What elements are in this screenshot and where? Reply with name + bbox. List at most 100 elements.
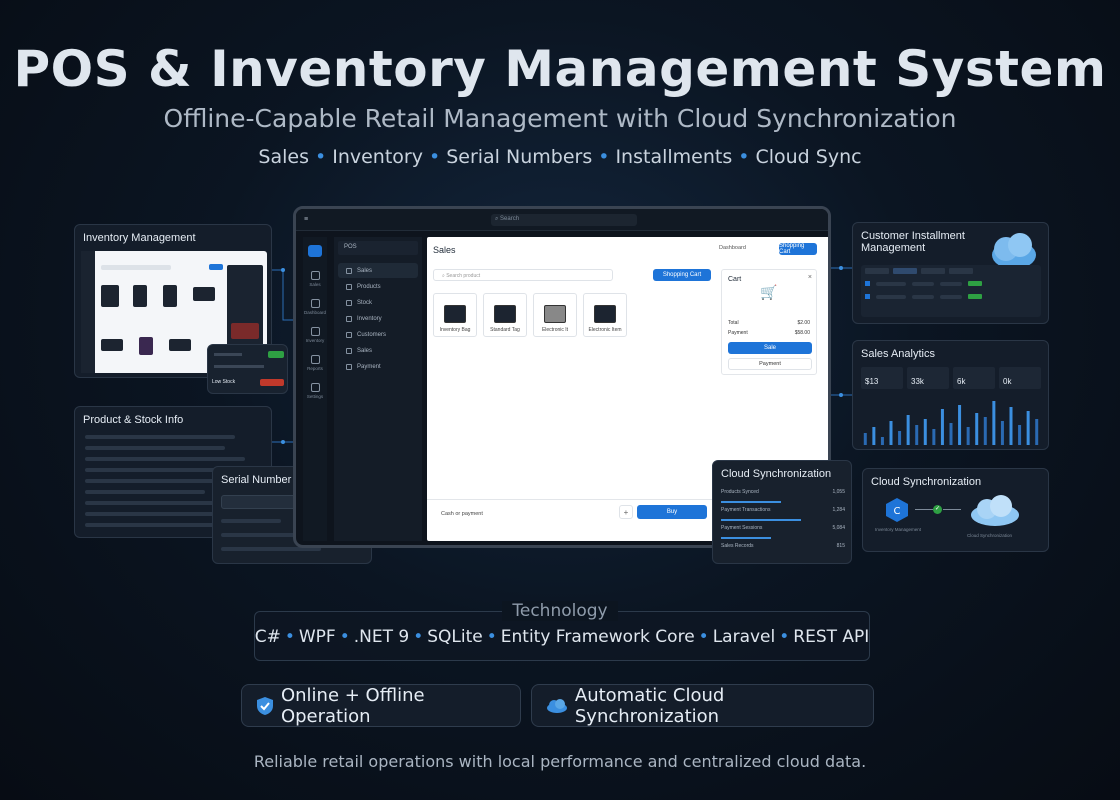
technology-list: C# • WPF • .NET 9 • SQLite • Entity Framework Co… xyxy=(254,627,870,647)
technology-label: Technology xyxy=(0,601,1120,621)
product-search-input[interactable]: ⌕ Search product xyxy=(433,269,613,281)
global-search[interactable]: ⌕ Search xyxy=(491,214,637,226)
nav-item[interactable]: Customers xyxy=(338,327,418,342)
add-icon[interactable]: + xyxy=(619,505,633,519)
product-card[interactable]: Electronic It xyxy=(533,293,577,337)
sale-button[interactable]: Sale xyxy=(728,342,812,354)
stock-alert-card: Low Stock xyxy=(207,344,288,394)
payment-value: $58.00 xyxy=(794,330,810,336)
sync-row: Sales Records 815 xyxy=(721,543,845,549)
target-label: Cloud Synchronization xyxy=(967,533,1013,538)
chart-bar xyxy=(889,421,893,445)
product-grid: Inventory Bag Standard Tag Electronic It… xyxy=(433,293,627,337)
kpi-card: 0k xyxy=(999,367,1041,389)
buy-button[interactable]: Buy xyxy=(637,505,707,519)
side-header: POS xyxy=(338,241,418,255)
tech-item: Laravel xyxy=(712,627,776,647)
nav-item[interactable]: Payment xyxy=(338,359,418,374)
sync-rows: Products Synced 1,055 Payment Transaction… xyxy=(721,489,845,561)
app-shield-icon: C xyxy=(886,498,908,522)
sync-row: Payment Transactions 1,284 xyxy=(721,507,845,513)
chart-bar xyxy=(983,417,987,445)
source-label: Inventory Management xyxy=(875,527,922,532)
chart-bar xyxy=(915,425,919,445)
kpi-card: 6k xyxy=(953,367,995,389)
nav-item[interactable]: Sales xyxy=(338,263,418,278)
rail-item[interactable]: Sales xyxy=(303,265,327,293)
rail-item[interactable] xyxy=(303,237,327,265)
new-sale-button[interactable]: Shopping Cart xyxy=(779,243,817,255)
chart-bar xyxy=(932,429,936,445)
panel-title: Customer Installment Management xyxy=(861,230,965,254)
nav-item[interactable]: Stock xyxy=(338,295,418,310)
tech-item: .NET 9 xyxy=(353,627,410,647)
payment-button[interactable]: Payment xyxy=(728,358,812,370)
tech-item: Entity Framework Core xyxy=(500,627,695,647)
feature-item: Inventory xyxy=(332,146,423,168)
svg-text:C: C xyxy=(894,506,901,517)
panel-title: Cloud Synchronization xyxy=(871,476,982,488)
product-card[interactable]: Inventory Bag xyxy=(433,293,477,337)
panel-title: Cloud Synchronization xyxy=(721,468,832,480)
nav-item[interactable]: Sales xyxy=(338,343,418,358)
feature-list: Sales • Inventory • Serial Numbers • Installme… xyxy=(0,146,1120,168)
bullet-icon: • xyxy=(738,146,750,168)
sales-bar-chart xyxy=(863,401,1039,445)
chart-bar xyxy=(863,433,867,445)
close-icon[interactable]: × xyxy=(808,274,812,281)
bullet-icon: • xyxy=(315,146,327,168)
tech-item: SQLite xyxy=(427,627,483,647)
shopping-cart-button[interactable]: Shopping Cart xyxy=(653,269,711,281)
chart-bar xyxy=(880,437,884,445)
chart-bar xyxy=(1035,419,1039,445)
check-icon: ✓ xyxy=(933,505,942,514)
chart-bar xyxy=(940,409,944,445)
rail-item[interactable]: Reports xyxy=(303,349,327,377)
tech-item: C# xyxy=(254,627,281,647)
content-title: Sales xyxy=(433,245,456,255)
dashboard-link[interactable]: Dashboard xyxy=(719,245,746,251)
feature-item: Cloud Sync xyxy=(755,146,862,168)
kpi-card: 33k xyxy=(907,367,949,389)
offline-operation-pill: Online + Offline Operation xyxy=(241,684,521,727)
rail-item[interactable]: Settings xyxy=(303,377,327,405)
product-card[interactable]: Standard Tag xyxy=(483,293,527,337)
rail-item[interactable]: Dashboard xyxy=(303,293,327,321)
rail-item[interactable]: Inventory xyxy=(303,321,327,349)
low-stock-label: Low Stock xyxy=(212,379,236,385)
chart-bar xyxy=(1026,411,1030,445)
cart-panel: Cart × 🛒 Total $2.00 Payment $58.00 Sale… xyxy=(721,269,817,375)
chart-bar xyxy=(898,431,902,445)
shield-check-icon xyxy=(257,696,273,715)
sync-row: Payment Sessions 5,084 xyxy=(721,525,845,531)
nav-item[interactable]: Products xyxy=(338,279,418,294)
chart-bar xyxy=(975,413,979,445)
tech-item: REST API xyxy=(793,627,870,647)
chart-bar xyxy=(923,419,927,445)
chart-bar xyxy=(949,423,953,445)
side-navigation: POS Sales Products Stock Inventory Custo… xyxy=(334,237,422,541)
feature-item: Sales xyxy=(258,146,309,168)
cart-title: Cart xyxy=(728,276,742,283)
kpi-row: $13 33k 6k 0k xyxy=(861,367,1041,389)
bullet-icon: • xyxy=(598,146,610,168)
cloud-sync-pill: Automatic Cloud Synchronization xyxy=(531,684,874,727)
product-card[interactable]: Electronic Item xyxy=(583,293,627,337)
nav-item[interactable]: Inventory xyxy=(338,311,418,326)
chart-bar xyxy=(966,427,970,445)
cloud-sync-diagram-panel: Cloud Synchronization C ✓ Inventory Mana… xyxy=(862,468,1049,552)
panel-title: Sales Analytics xyxy=(861,348,935,360)
feature-item: Installments xyxy=(615,146,733,168)
installment-panel: Customer Installment Management xyxy=(852,222,1049,324)
footer-tagline: Reliable retail operations with local pe… xyxy=(253,752,867,771)
tech-item: WPF xyxy=(298,627,336,647)
chart-bar xyxy=(1000,421,1004,445)
chart-bar xyxy=(992,401,996,445)
feature-item: Serial Numbers xyxy=(446,146,593,168)
panel-title: Inventory Management xyxy=(83,232,196,244)
chart-bar xyxy=(1018,425,1022,445)
cart-icon: 🛒 xyxy=(760,284,778,300)
menu-icon[interactable]: ≡ xyxy=(304,216,308,223)
cloud-icon xyxy=(547,698,567,713)
cloud-icon xyxy=(971,495,1019,526)
